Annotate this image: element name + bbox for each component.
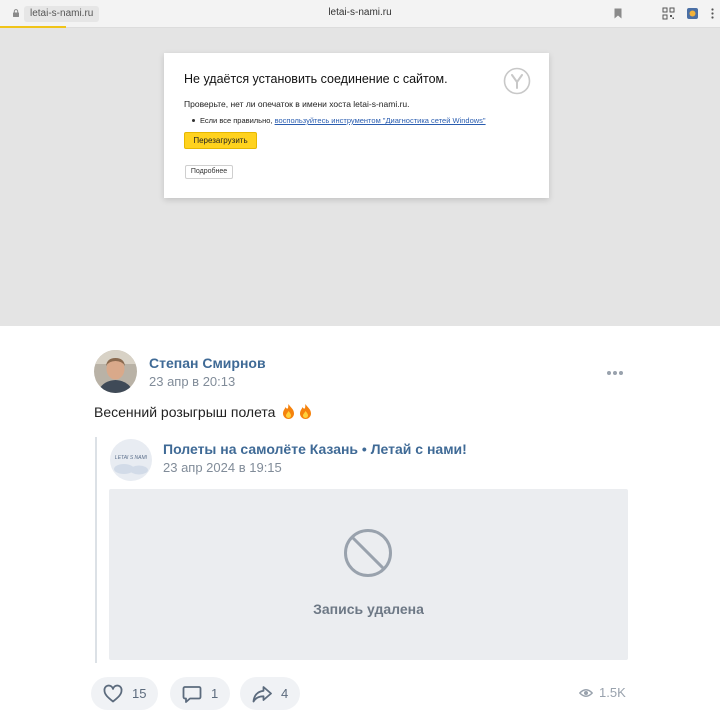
fire-emoji-icon xyxy=(300,404,312,419)
repost-divider xyxy=(95,437,97,663)
error-title: Не удаётся установить соединение с сайто… xyxy=(184,72,448,86)
error-hint-text: Если все правильно, xyxy=(200,116,273,125)
post-text-content: Весенний розыгрыш полета xyxy=(94,403,276,420)
fire-emoji-icon xyxy=(283,404,295,419)
bullet-dot xyxy=(192,119,195,122)
ban-icon xyxy=(344,529,392,577)
diagnostics-link[interactable]: воспользуйтесь инструментом "Диагностика… xyxy=(275,116,486,125)
view-count: 1.5K xyxy=(599,685,626,700)
heart-icon xyxy=(103,684,123,702)
group-logo-text: LETAI S NAMI xyxy=(114,455,148,461)
like-button[interactable]: 15 xyxy=(91,677,159,710)
author-name[interactable]: Степан Смирнов xyxy=(149,355,266,371)
deleted-post-placeholder: Запись удалена xyxy=(109,489,628,660)
comment-count: 1 xyxy=(211,686,219,701)
bookmark-icon[interactable] xyxy=(614,8,622,19)
menu-dots-icon[interactable] xyxy=(706,7,719,20)
views-counter: 1.5K xyxy=(579,685,626,700)
extension-icon[interactable] xyxy=(686,7,699,20)
comment-button[interactable]: 1 xyxy=(170,677,231,710)
eye-icon xyxy=(579,688,593,697)
deleted-post-text: Запись удалена xyxy=(313,601,424,617)
share-count: 4 xyxy=(281,686,289,701)
reload-button[interactable]: Перезагрузить xyxy=(184,132,257,149)
yandex-browser-logo xyxy=(503,67,531,95)
share-button[interactable]: 4 xyxy=(240,677,301,710)
loading-progress-bar xyxy=(0,26,66,28)
share-arrow-icon xyxy=(252,685,272,702)
error-subtitle: Проверьте, нет ли опечаток в имени хоста… xyxy=(184,99,410,109)
connection-error-card: Не удаётся установить соединение с сайто… xyxy=(164,53,549,198)
group-avatar[interactable]: LETAI S NAMI xyxy=(110,439,152,481)
repost-date[interactable]: 23 апр 2024 в 19:15 xyxy=(163,460,282,475)
qr-code-icon[interactable] xyxy=(662,7,675,20)
browser-toolbar: letai-s-nami.ru letai-s-nami.ru xyxy=(0,0,720,28)
error-hint: Если все правильно, воспользуйтесь инстр… xyxy=(192,116,486,125)
post-text: Весенний розыгрыш полета xyxy=(94,403,313,420)
details-button[interactable]: Подробнее xyxy=(185,165,233,179)
post-date[interactable]: 23 апр в 20:13 xyxy=(149,374,235,389)
address-bar[interactable]: letai-s-nami.ru xyxy=(0,7,720,18)
like-count: 15 xyxy=(132,686,147,701)
more-options-icon[interactable] xyxy=(606,370,624,376)
group-name[interactable]: Полеты на самолёте Казань • Летай с нами… xyxy=(163,441,467,457)
browser-window: letai-s-nami.ru letai-s-nami.ru Не удаёт… xyxy=(0,0,720,326)
comment-icon xyxy=(182,685,202,703)
author-avatar[interactable] xyxy=(94,350,137,393)
author-photo xyxy=(94,350,137,393)
